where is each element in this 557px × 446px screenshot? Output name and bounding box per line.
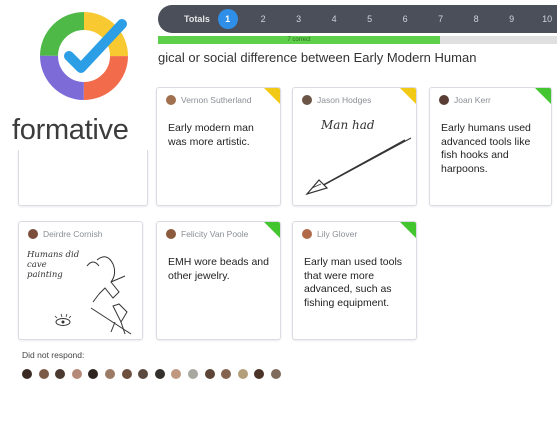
handwritten-text: Man had <box>321 118 375 132</box>
response-card[interactable]: Lily Glover Early man used tools that we… <box>292 221 417 340</box>
student-name: Felicity Van Poole <box>166 229 248 239</box>
avatar[interactable] <box>270 369 281 379</box>
avatar[interactable] <box>55 369 66 379</box>
page-9-button[interactable]: 9 <box>494 14 530 24</box>
correct-progress-fill: 7 correct <box>158 36 440 44</box>
response-card[interactable]: Vernon Sutherland Early modern man was m… <box>156 87 281 206</box>
spear-drawing-icon <box>305 137 412 196</box>
cave-painting-drawing-icon <box>54 256 132 335</box>
page-6-button[interactable]: 6 <box>387 14 423 24</box>
did-not-respond-avatars <box>22 369 281 379</box>
response-card[interactable]: Deirdre Cornish Humans did cave painting <box>18 221 143 340</box>
avatar[interactable] <box>154 369 165 379</box>
avatar[interactable] <box>121 369 132 379</box>
avatar <box>166 229 176 239</box>
page-3-button[interactable]: 3 <box>281 14 317 24</box>
status-corner <box>400 222 416 238</box>
avatar <box>166 95 176 105</box>
question-text: gical or social difference between Early… <box>158 50 477 65</box>
avatar <box>439 95 449 105</box>
avatar[interactable] <box>221 369 232 379</box>
response-card-partial[interactable] <box>18 150 148 206</box>
page-2-button[interactable]: 2 <box>245 14 281 24</box>
response-card[interactable]: Joan Kerr Early humans used advanced too… <box>429 87 552 206</box>
avatar <box>28 229 38 239</box>
page-5-button[interactable]: 5 <box>352 14 388 24</box>
page-10-button[interactable]: 10 <box>529 14 557 24</box>
did-not-respond-label: Did not respond: <box>22 350 85 360</box>
question-navigation-bar: Totals 1 2 3 4 5 6 7 8 9 10 <box>158 5 557 33</box>
avatar[interactable] <box>22 369 32 379</box>
avatar[interactable] <box>104 369 115 379</box>
student-name: Deirdre Cornish <box>28 229 103 239</box>
correct-progress-bar: 7 correct <box>158 36 557 44</box>
page-1-button[interactable]: 1 <box>210 9 246 29</box>
avatar <box>302 229 312 239</box>
page-4-button[interactable]: 4 <box>316 14 352 24</box>
avatar[interactable] <box>171 369 182 379</box>
avatar[interactable] <box>237 369 248 379</box>
page-8-button[interactable]: 8 <box>458 14 494 24</box>
status-corner <box>535 88 551 104</box>
response-text: Early man used tools that were more adva… <box>304 256 403 309</box>
page-7-button[interactable]: 7 <box>423 14 459 24</box>
response-card[interactable]: Felicity Van Poole EMH wore beads and ot… <box>156 221 281 340</box>
brand-wordmark: formative <box>12 114 129 146</box>
avatar[interactable] <box>38 369 49 379</box>
avatar <box>302 95 312 105</box>
response-text: Early modern man was more artistic. <box>168 122 254 148</box>
avatar[interactable] <box>254 369 265 379</box>
avatar[interactable] <box>204 369 215 379</box>
totals-tab[interactable]: Totals <box>184 14 210 24</box>
question-pages: 1 2 3 4 5 6 7 8 9 10 <box>210 9 557 29</box>
response-text: EMH wore beads and other jewelry. <box>168 256 269 282</box>
status-corner <box>264 88 280 104</box>
avatar[interactable] <box>187 369 198 379</box>
avatar[interactable] <box>71 369 82 379</box>
student-name: Jason Hodges <box>302 95 371 105</box>
student-name: Lily Glover <box>302 229 357 239</box>
response-card[interactable]: Jason Hodges Man had <box>292 87 417 206</box>
response-text: Early humans used advanced tools like fi… <box>441 122 531 175</box>
avatar[interactable] <box>138 369 149 379</box>
status-corner <box>264 222 280 238</box>
student-name: Joan Kerr <box>439 95 491 105</box>
avatar[interactable] <box>88 369 99 379</box>
status-corner <box>400 88 416 104</box>
student-name: Vernon Sutherland <box>166 95 251 105</box>
formative-logo-icon <box>40 12 128 100</box>
